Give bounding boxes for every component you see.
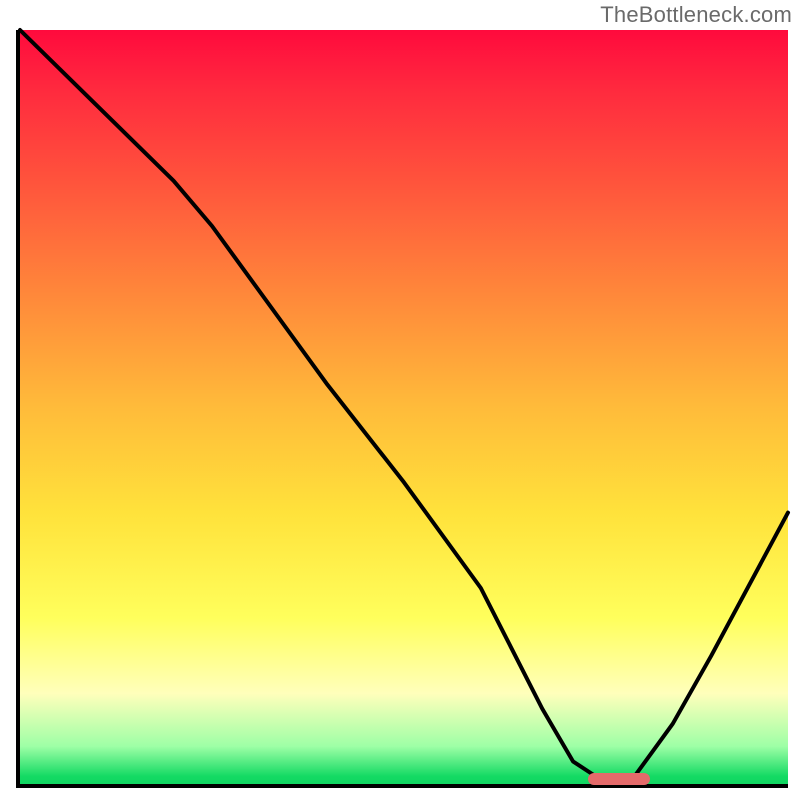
plot-area xyxy=(16,30,788,788)
optimal-range-marker xyxy=(588,773,649,785)
curve-svg xyxy=(20,30,788,784)
bottleneck-curve xyxy=(20,30,788,777)
watermark-text: TheBottleneck.com xyxy=(600,2,792,28)
chart-container: TheBottleneck.com xyxy=(0,0,800,800)
